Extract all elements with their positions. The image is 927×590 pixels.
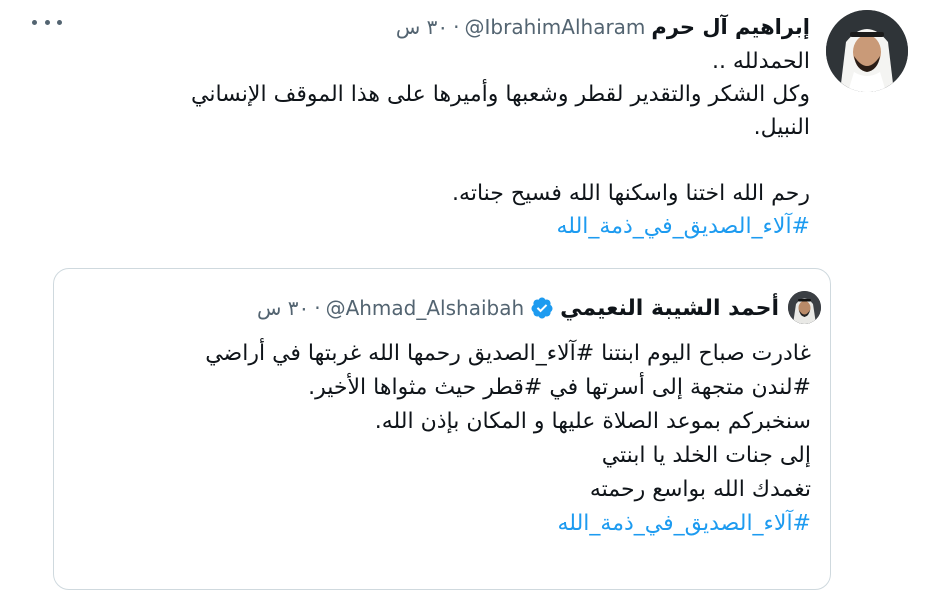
verified-badge-icon [531,297,553,319]
separator-dot: · [314,296,321,320]
author-name[interactable]: إبراهيم آل حرم [651,15,810,39]
tweet-text: الحمدلله .. وكل الشكر والتقدير لقطر وشعب… [50,45,810,243]
tweet-line: الحمدلله .. [711,49,810,74]
quoted-avatar-image [788,291,821,324]
tweet-header: إبراهيم آل حرم @IbrahimAlharam · ٣٠ س [396,12,810,42]
quoted-tweet-line: إلى جنات الخلد يا ابنتي [601,443,811,468]
more-options-icon[interactable] [32,12,62,32]
author-handle[interactable]: @IbrahimAlharam [465,15,646,39]
separator-dot: · [453,15,460,39]
quoted-tweet-header: أحمد الشيبة النعيمي @Ahmad_Alshaibah · ٣… [257,292,779,324]
quoted-author-name[interactable]: أحمد الشيبة النعيمي [560,296,779,321]
more-dot [57,19,62,25]
author-avatar[interactable] [826,10,908,92]
more-dot [32,19,37,25]
quoted-tweet-card[interactable]: أحمد الشيبة النعيمي @Ahmad_Alshaibah · ٣… [53,268,831,590]
quoted-author-avatar[interactable] [788,291,821,324]
quoted-author-handle[interactable]: @Ahmad_Alshaibah [326,296,525,320]
tweet-line: رحم الله اختنا واسكنها الله فسيح جناته. [452,181,810,206]
tweet-time[interactable]: ٣٠ س [396,15,448,39]
more-dot [44,19,50,25]
tweet-blank-line [50,144,810,177]
quoted-tweet-line: #لندن متجهة إلى أسرتها في #قطر حيث مثواه… [308,375,811,400]
hashtag-link[interactable]: #آلاء_الصديق_في_ذمة_الله [71,507,811,541]
tweet-line: النبيل. [753,115,810,140]
quoted-tweet-time[interactable]: ٣٠ س [257,296,309,320]
quoted-tweet-line: غادرت صباح اليوم ابنتنا #آلاء_الصديق رحم… [205,341,811,366]
avatar-image [826,10,908,92]
quoted-tweet-line: سنخبركم بموعد الصلاة عليها و المكان بإذن… [374,409,811,434]
quoted-tweet-text: غادرت صباح اليوم ابنتنا #آلاء_الصديق رحم… [71,337,811,541]
tweet-line: وكل الشكر والتقدير لقطر وشعبها وأميرها ع… [191,82,810,107]
tweet[interactable]: إبراهيم آل حرم @IbrahimAlharam · ٣٠ س ال… [0,0,927,590]
quoted-tweet-line: تغمدك الله بواسع رحمته [589,477,811,502]
hashtag-link[interactable]: #آلاء_الصديق_في_ذمة_الله [50,210,810,243]
